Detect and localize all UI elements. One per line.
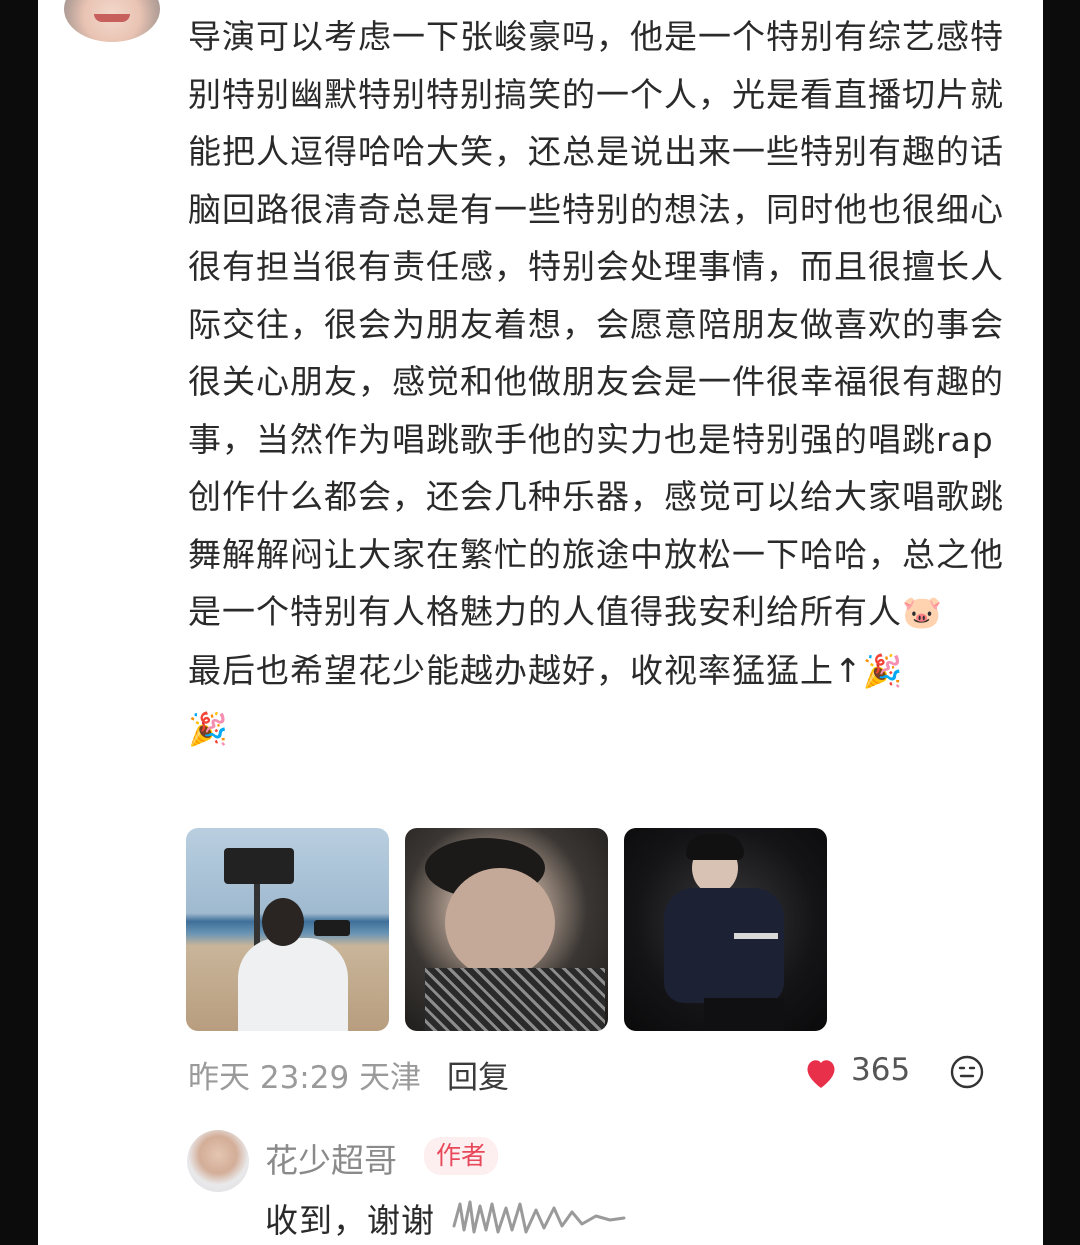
author-badge: 作者 — [424, 1137, 499, 1175]
party-popper-emoji-icon: 🎉 — [188, 710, 229, 748]
comment-time: 昨天 23:29 — [188, 1060, 350, 1096]
reply-button[interactable]: 回复 — [447, 1052, 509, 1097]
comment-text-closing: 最后也希望花少能越办越好，收视率猛猛上↑ — [188, 650, 863, 690]
smile-emoji-icon[interactable] — [950, 1055, 984, 1089]
comment-location: 天津 — [359, 1060, 422, 1096]
pig-emoji-icon: 🐷 — [902, 593, 943, 631]
image-thumbnail-3[interactable] — [624, 828, 827, 1031]
reply-author-name[interactable]: 花少超哥 — [265, 1134, 397, 1182]
reply-text: 收到，谢谢 — [265, 1201, 435, 1240]
comment-text-main: 导演可以考虑一下张峻豪吗，他是一个特别有综艺感特别特别幽默特别特别搞笑的一个人，… — [188, 17, 1004, 631]
image-thumbnail-2[interactable] — [405, 828, 608, 1031]
party-popper-emoji-icon: 🎉 — [862, 651, 904, 690]
like-count: 365 — [851, 1052, 911, 1088]
heart-icon[interactable] — [803, 1056, 839, 1090]
comment-meta: 昨天 23:29 天津 — [188, 1052, 421, 1096]
comment-body: 导演可以考虑一下张峻豪吗，他是一个特别有综艺感特别特别幽默特别特别搞笑的一个人，… — [188, 8, 1008, 759]
image-thumbnail-1[interactable] — [186, 828, 389, 1031]
redacted-scribble — [452, 1200, 626, 1234]
reply-author-avatar[interactable] — [187, 1130, 249, 1192]
